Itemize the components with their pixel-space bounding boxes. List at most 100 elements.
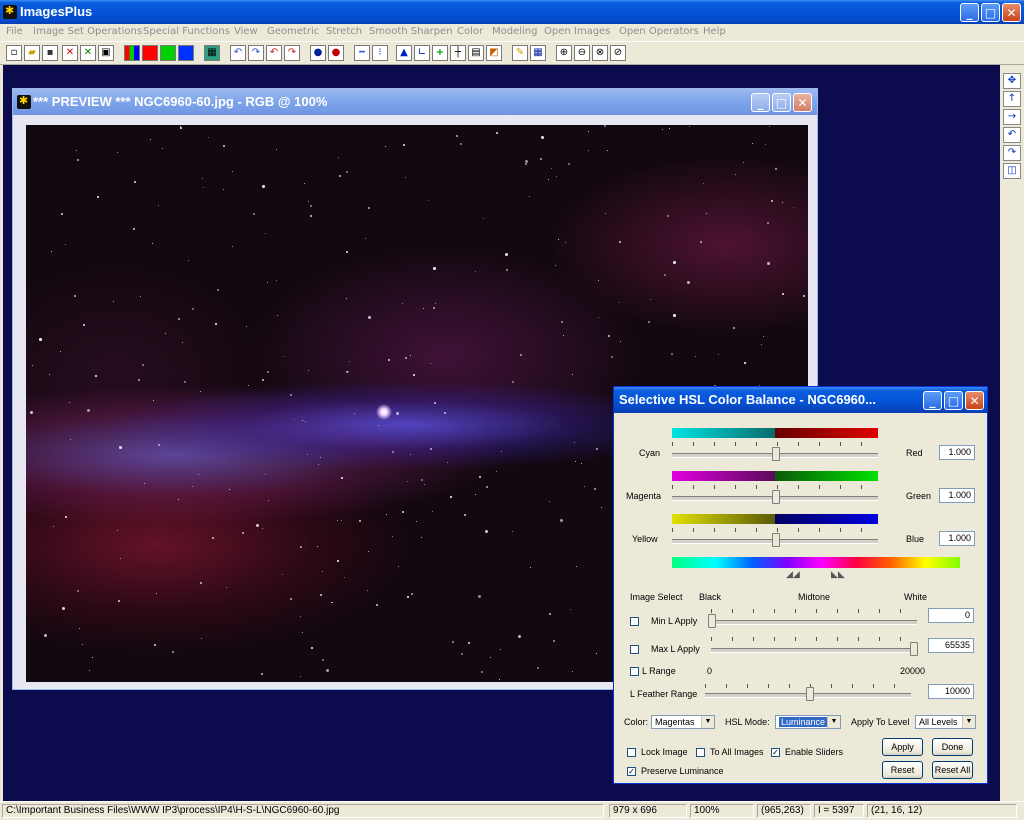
image-info-icon[interactable]: ◩ [486, 45, 502, 61]
star [89, 670, 90, 671]
min-l-value-field[interactable]: 0 [928, 608, 974, 623]
max-l-track [711, 648, 917, 653]
flip-icon[interactable]: ◫ [1003, 163, 1021, 179]
hsl-minimize-button[interactable]: _ [923, 391, 942, 410]
points-icon[interactable]: ⁝ [372, 45, 388, 61]
rotate-right-icon[interactable]: ↷ [1003, 145, 1021, 161]
preview-close-button[interactable]: ✕ [793, 93, 812, 112]
reset-all-button[interactable]: Reset All [932, 761, 973, 779]
magenta-green-slider[interactable] [772, 490, 780, 504]
yellow-blue-slider[interactable] [772, 533, 780, 547]
l-feather-slider[interactable] [806, 687, 814, 701]
preview-minimize-button[interactable]: _ [751, 93, 770, 112]
maximize-button[interactable]: □ [981, 3, 1000, 22]
save-icon[interactable]: ▪ [42, 45, 58, 61]
l-feather-value-field[interactable]: 10000 [928, 684, 974, 699]
menu-file[interactable]: File [6, 26, 23, 37]
star [44, 634, 47, 637]
star [396, 412, 399, 415]
hue-range-right-handle[interactable]: ◣◣ [831, 571, 845, 580]
done-button[interactable]: Done [932, 738, 973, 756]
menu-stretch[interactable]: Stretch [326, 26, 362, 37]
hsl-mode-select[interactable]: Luminance ▼ [775, 715, 841, 729]
max-l-apply-checkbox[interactable] [630, 645, 639, 654]
apply-to-level-select[interactable]: All Levels ▼ [915, 715, 976, 729]
calculator-icon[interactable]: ▤ [468, 45, 484, 61]
menu-view[interactable]: View [234, 26, 258, 37]
point-select-icon[interactable]: ● [310, 45, 326, 61]
preview-window-icon[interactable] [17, 94, 31, 109]
redo-all-icon[interactable]: ↷ [284, 45, 300, 61]
max-l-slider[interactable] [910, 642, 918, 656]
menu-open-operators[interactable]: Open Operators [619, 26, 699, 37]
blue-value-field[interactable]: 1.000 [939, 531, 975, 546]
zoom-in-icon[interactable]: ⊕ [556, 45, 572, 61]
close-image-icon[interactable]: ✕ [62, 45, 78, 61]
blue-channel-icon[interactable] [178, 45, 194, 61]
star [540, 158, 542, 160]
green-value-field[interactable]: 1.000 [939, 488, 975, 503]
star [140, 296, 141, 297]
window-icon[interactable]: ▣ [98, 45, 114, 61]
zoom-fit-icon[interactable]: ⊗ [592, 45, 608, 61]
yellow-blue-ticks [672, 528, 878, 532]
menu-special-functions[interactable]: Special Functions [143, 26, 230, 37]
apply-button[interactable]: Apply [882, 738, 923, 756]
undo-all-icon[interactable]: ↶ [266, 45, 282, 61]
preserve-luminance-checkbox[interactable]: ✓ [627, 767, 636, 776]
menu-modeling[interactable]: Modeling [492, 26, 538, 37]
l-range-checkbox[interactable] [630, 667, 639, 676]
close-button[interactable]: ✕ [1002, 3, 1021, 22]
rotate-left-icon[interactable]: ↶ [1003, 127, 1021, 143]
hue-range-left-handle[interactable]: ◢◢ [786, 571, 800, 580]
color-select[interactable]: Magentas ▼ [651, 715, 715, 729]
rgb-channels-icon[interactable] [124, 45, 140, 61]
max-l-value-field[interactable]: 65535 [928, 638, 974, 653]
add-icon[interactable]: + [432, 45, 448, 61]
redo-icon[interactable]: ↷ [248, 45, 264, 61]
crosshair-icon[interactable]: ┼ [450, 45, 466, 61]
new-file-icon[interactable]: ▫ [6, 45, 22, 61]
move-icon[interactable]: ✥ [1003, 73, 1021, 89]
lock-image-checkbox[interactable] [627, 748, 636, 757]
minimize-button[interactable]: _ [960, 3, 979, 22]
zoom-out-icon[interactable]: ⊖ [574, 45, 590, 61]
menu-geometric[interactable]: Geometric [267, 26, 319, 37]
grid-icon[interactable]: ▦ [204, 45, 220, 61]
menu-open-images[interactable]: Open Images [544, 26, 610, 37]
curve-icon[interactable]: ∟ [414, 45, 430, 61]
green-channel-icon[interactable] [160, 45, 176, 61]
hsl-close-button[interactable]: ✕ [965, 391, 984, 410]
star [483, 218, 484, 219]
menu-smooth-sharpen[interactable]: Smooth Sharpen [369, 26, 453, 37]
arrow-up-icon[interactable]: ↑ [1003, 91, 1021, 107]
apply-to-level-select-value: All Levels [919, 717, 958, 727]
min-l-slider[interactable] [708, 614, 716, 628]
hsl-maximize-button[interactable]: □ [944, 391, 963, 410]
pencil-icon[interactable]: ✎ [512, 45, 528, 61]
menu-help[interactable]: Help [703, 26, 726, 37]
to-all-images-checkbox[interactable] [696, 748, 705, 757]
star [232, 171, 233, 172]
min-l-apply-checkbox[interactable] [630, 617, 639, 626]
histogram-icon[interactable]: ▲ [396, 45, 412, 61]
table-icon[interactable]: ▦ [530, 45, 546, 61]
red-value-field[interactable]: 1.000 [939, 445, 975, 460]
reset-button[interactable]: Reset [882, 761, 923, 779]
enable-sliders-checkbox[interactable]: ✓ [771, 748, 780, 757]
open-folder-icon[interactable]: ▰ [24, 45, 40, 61]
close-all-icon[interactable]: ✕ [80, 45, 96, 61]
zoom-actual-icon[interactable]: ⊘ [610, 45, 626, 61]
preview-maximize-button[interactable]: □ [772, 93, 791, 112]
menu-color[interactable]: Color [457, 26, 483, 37]
menu-image-set-operations[interactable]: Image Set Operations [33, 26, 142, 37]
hsl-dialog-title-bar[interactable]: Selective HSL Color Balance - NGC6960...… [614, 387, 987, 413]
point-record-icon[interactable]: ● [328, 45, 344, 61]
app-icon[interactable] [3, 4, 17, 19]
preview-title-bar[interactable]: *** PREVIEW *** NGC6960-60.jpg - RGB @ 1… [13, 89, 817, 115]
red-channel-icon[interactable] [142, 45, 158, 61]
line-select-icon[interactable]: ┅ [354, 45, 370, 61]
cyan-red-slider[interactable] [772, 447, 780, 461]
undo-icon[interactable]: ↶ [230, 45, 246, 61]
arrow-right-icon[interactable]: → [1003, 109, 1021, 125]
